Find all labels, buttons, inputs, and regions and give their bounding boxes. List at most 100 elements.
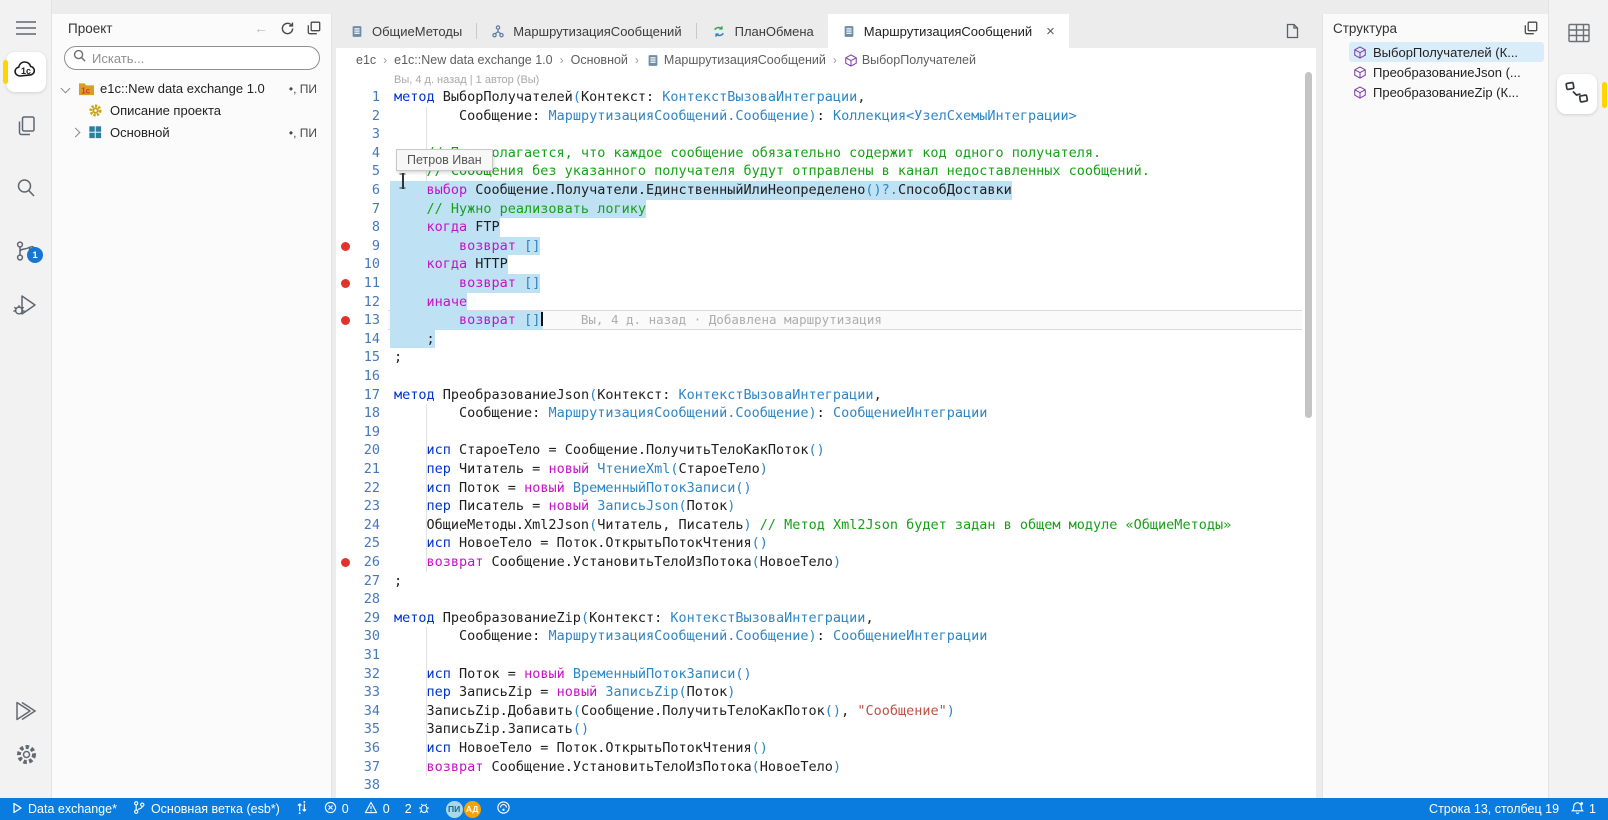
code-line-3[interactable]: 3 <box>336 125 1316 144</box>
code-line-9[interactable]: 9 возврат [] <box>336 236 1316 256</box>
avatar-user-2[interactable]: АД <box>463 800 481 818</box>
code-line-15[interactable]: 15; <box>336 348 1316 367</box>
tree-item-e1c::New data exchange 1.0[interactable]: 1с e1c::New data exchange 1.0 •, ПИ <box>52 78 331 100</box>
avatar-user-1[interactable]: ПИ <box>445 800 463 818</box>
line-number[interactable]: 12 <box>348 293 380 312</box>
project-search-box[interactable] <box>64 46 320 70</box>
line-number[interactable]: 36 <box>348 739 380 758</box>
line-number[interactable]: 23 <box>348 497 380 516</box>
line-number[interactable]: 2 <box>348 107 380 126</box>
line-number[interactable]: 34 <box>348 702 380 721</box>
code-line-28[interactable]: 28 <box>336 590 1316 609</box>
code-line-18[interactable]: 18 Сообщение: МаршрутизацияСообщений.Соо… <box>336 404 1316 423</box>
activity-item-debug[interactable] <box>0 292 52 323</box>
line-number[interactable]: 5 <box>348 162 380 181</box>
line-number[interactable]: 18 <box>348 404 380 423</box>
structure-item-ПреобразованиеJson (...[interactable]: ПреобразованиеJson (... <box>1349 62 1544 82</box>
code-line-21[interactable]: 21 пер Читатель = новый ЧтениеXml(Старое… <box>336 460 1316 479</box>
tab-ПланОбмена[interactable]: ПланОбмена <box>697 14 828 48</box>
breadcrumb-item[interactable]: Основной <box>571 53 628 67</box>
code-line-8[interactable]: 8 когда FTP <box>336 218 1316 237</box>
line-number[interactable]: 8 <box>348 218 380 237</box>
code-line-22[interactable]: 22 исп Поток = новый ВременныйПотокЗапис… <box>336 479 1316 498</box>
tab-МаршрутизацияСообщений[interactable]: МаршрутизацияСообщений × <box>827 14 1069 48</box>
code-line-17[interactable]: 17 метод ПреобразованиеJson(Контекст: Кон… <box>336 386 1316 405</box>
code-line-6[interactable]: 6 выбор Сообщение.Получатели.Единственны… <box>336 181 1316 200</box>
breadcrumb-item[interactable]: ВыборПолучателей <box>844 53 976 68</box>
chevron-right-icon[interactable] <box>70 127 81 138</box>
activity-item-settings[interactable] <box>0 742 52 772</box>
code-line-25[interactable]: 25 исп НовоеТело = Поток.ОткрытьПотокЧте… <box>336 534 1316 553</box>
branch-selector[interactable]: Основная ветка (esb*) <box>132 800 280 818</box>
code-line-33[interactable]: 33 пер ЗаписьZip = новый ЗаписьZip(Поток… <box>336 683 1316 702</box>
line-number[interactable]: 9 <box>348 237 380 256</box>
cursor-position[interactable]: Строка 13, столбец 19 <box>1429 802 1559 816</box>
code-line-31[interactable]: 31 <box>336 646 1316 665</box>
line-number[interactable]: 22 <box>348 479 380 498</box>
line-number[interactable]: 27 <box>348 572 380 591</box>
collaborators[interactable]: ПИ АД <box>445 800 481 818</box>
line-number[interactable]: 19 <box>348 423 380 442</box>
code-line-26[interactable]: 26 возврат Сообщение.УстановитьТелоИзПот… <box>336 553 1316 572</box>
line-number[interactable]: 37 <box>348 758 380 777</box>
line-number[interactable]: 1 <box>348 88 380 107</box>
breadcrumb-item[interactable]: e1c::New data exchange 1.0 <box>394 53 552 67</box>
breadcrumb-item[interactable]: МаршрутизацияСообщений <box>646 53 826 68</box>
tree-item-Описание проекта[interactable]: Описание проекта <box>52 100 331 122</box>
code-line-24[interactable]: 24 ОбщиеМетоды.Xml2Json(Читатель, Писате… <box>336 516 1316 535</box>
code-line-27[interactable]: 27; <box>336 572 1316 591</box>
breadcrumb-item[interactable]: e1c <box>356 53 376 67</box>
structure-view-button[interactable] <box>1557 74 1597 114</box>
line-number[interactable]: 29 <box>348 609 380 628</box>
structure-item-ВыборПолучателей (К...[interactable]: ВыборПолучателей (К... <box>1349 42 1544 62</box>
code-line-37[interactable]: 37 возврат Сообщение.УстановитьТелоИзПот… <box>336 758 1316 777</box>
refresh-icon[interactable] <box>280 21 295 36</box>
code-line-32[interactable]: 32 исп Поток = новый ВременныйПотокЗапис… <box>336 665 1316 684</box>
tree-item-Основной[interactable]: Основной •, ПИ <box>52 122 331 144</box>
line-number[interactable]: 17 <box>348 386 380 405</box>
restore-panel-icon[interactable] <box>1524 21 1538 35</box>
problems-errors[interactable]: 0 <box>324 801 349 817</box>
run-configuration[interactable]: Data exchange* <box>12 802 117 817</box>
line-number[interactable]: 11 <box>348 274 380 293</box>
restore-panel-icon[interactable] <box>307 21 321 35</box>
line-number[interactable]: 20 <box>348 441 380 460</box>
line-number[interactable]: 7 <box>348 200 380 219</box>
code-line-14[interactable]: 14 ; <box>336 329 1316 349</box>
code-line-34[interactable]: 34 ЗаписьZip.Добавить(Сообщение.Получить… <box>336 702 1316 721</box>
problems-warnings[interactable]: 0 <box>364 801 390 817</box>
line-number[interactable]: 26 <box>348 553 380 572</box>
code-line-13[interactable]: 13 возврат [] Вы, 4 д. назад · Добавлена … <box>336 311 1316 330</box>
open-editors-icon[interactable] <box>1283 22 1301 45</box>
line-number[interactable]: 25 <box>348 534 380 553</box>
line-number[interactable]: 33 <box>348 683 380 702</box>
code-line-1[interactable]: 1 метод ВыборПолучателей(Контекст: Контек… <box>336 88 1316 107</box>
line-number[interactable]: 16 <box>348 367 380 386</box>
code-line-12[interactable]: 12 иначе <box>336 292 1316 312</box>
back-arrow-icon[interactable]: ← <box>254 20 268 36</box>
line-number[interactable]: 10 <box>348 255 380 274</box>
code-line-10[interactable]: 10 когда HTTP <box>336 255 1316 274</box>
chevron-down-icon[interactable] <box>60 83 71 94</box>
code-line-7[interactable]: 7 // Нужно реализовать логику <box>336 199 1316 219</box>
notifications[interactable]: 1 <box>1571 801 1596 818</box>
line-number[interactable]: 4 <box>348 144 380 163</box>
main-menu-button[interactable] <box>0 20 52 41</box>
line-number[interactable]: 30 <box>348 627 380 646</box>
line-number[interactable]: 14 <box>348 330 380 349</box>
line-number[interactable]: 21 <box>348 460 380 479</box>
line-number[interactable]: 28 <box>348 590 380 609</box>
activity-item-search[interactable] <box>0 176 52 205</box>
activity-item-git[interactable] <box>0 238 52 269</box>
code-line-36[interactable]: 36 исп НовоеТело = Поток.ОткрытьПотокЧте… <box>336 739 1316 758</box>
code-line-16[interactable]: 16 <box>336 367 1316 386</box>
code-line-20[interactable]: 20 исп СтароеТело = Сообщение.ПолучитьТе… <box>336 441 1316 460</box>
line-number[interactable]: 38 <box>348 776 380 795</box>
code-line-30[interactable]: 30 Сообщение: МаршрутизацияСообщений.Соо… <box>336 627 1316 646</box>
activity-item-files[interactable] <box>0 114 52 143</box>
line-number[interactable]: 31 <box>348 646 380 665</box>
tab-МаршрутизацияСообщений[interactable]: МаршрутизацияСообщений <box>477 14 695 48</box>
code-line-23[interactable]: 23 пер Писатель = новый ЗаписьJson(Поток… <box>336 497 1316 516</box>
activity-item-run[interactable] <box>0 698 52 729</box>
activity-item-1c-projects[interactable]: 1с <box>6 52 46 92</box>
